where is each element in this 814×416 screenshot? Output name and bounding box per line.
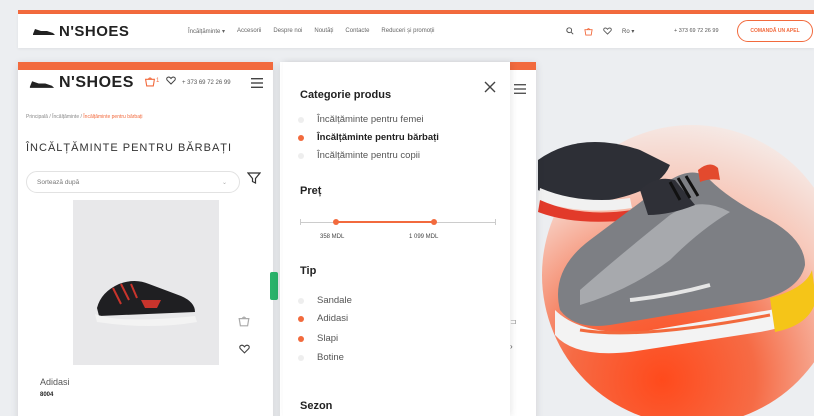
product-image[interactable] [73, 200, 219, 365]
category-option-women[interactable]: Încălțăminte pentru femei [298, 114, 424, 125]
desktop-nav: Încălțăminte ▾ Accesorii Despre noi Nout… [188, 28, 434, 35]
mobile-logo[interactable]: N'SHOES [28, 74, 134, 92]
sort-dropdown[interactable]: Sortează după ⌄ [26, 171, 240, 193]
mobile-accent-bar [18, 62, 273, 70]
radio-dot [298, 134, 304, 141]
category-option-label: Încălțăminte pentru bărbați [317, 132, 439, 143]
mobile-menu-button[interactable] [514, 82, 526, 97]
breadcrumb-current: Încălțăminte pentru bărbați [83, 114, 143, 120]
product-name[interactable]: Adidasi [40, 377, 70, 387]
menu-icon [514, 84, 526, 94]
type-option-slippers[interactable]: Slapi [298, 333, 338, 344]
desktop-header-icons: Ro ▾ [566, 27, 634, 36]
season-heading: Sezon [300, 400, 333, 412]
nav-item-footwear[interactable]: Încălțăminte ▾ [188, 28, 225, 35]
checkbox-dot [298, 315, 304, 322]
heart-icon [239, 344, 250, 354]
type-option-label: Sandale [317, 295, 352, 306]
shoe-logo-icon [29, 80, 55, 88]
category-heading: Categorie produs [300, 89, 392, 101]
call-request-button[interactable]: COMANDĂ UN APEL [737, 20, 813, 42]
type-option-sneakers[interactable]: Adidasi [298, 313, 348, 324]
cart-icon [144, 77, 156, 87]
checkbox-dot [298, 354, 304, 361]
mobile-phone[interactable]: + 373 69 72 26 99 [182, 80, 231, 86]
cart-count-badge: 1 [156, 78, 160, 84]
type-heading: Tip [300, 265, 317, 277]
chevron-down-icon: ⌄ [221, 179, 227, 186]
sort-placeholder: Sortează după [37, 178, 80, 186]
category-option-label: Încălțăminte pentru femei [317, 114, 424, 125]
menu-icon [251, 78, 263, 88]
cart-icon[interactable] [584, 27, 593, 36]
price-max-handle[interactable] [431, 219, 437, 225]
hero-sneaker-image [538, 142, 814, 354]
filter-panel: Categorie produs Încălțăminte pentru fem… [283, 62, 510, 416]
desktop-header: N'SHOES Încălțăminte ▾ Accesorii Despre … [18, 14, 814, 48]
heart-icon [166, 76, 176, 85]
price-heading: Preț [300, 185, 322, 197]
close-filter-button[interactable] [484, 79, 496, 96]
price-min-handle[interactable] [333, 219, 339, 225]
nav-item-accessories[interactable]: Accesorii [237, 28, 261, 35]
nav-item-promotions[interactable]: Reduceri și promoții [381, 28, 434, 35]
sneaker-image [95, 281, 197, 326]
price-slider-fill [336, 221, 434, 223]
mobile-category-page: N'SHOES 1 + 373 69 72 26 99 Principală /… [18, 62, 273, 416]
background-page-icon: ⊐ [510, 317, 517, 326]
checkbox-dot [298, 297, 304, 304]
category-option-kids[interactable]: Încălțăminte pentru copii [298, 150, 420, 161]
product-card[interactable]: Adidasi 8004 [26, 200, 266, 416]
mobile-wishlist-button[interactable] [166, 76, 176, 88]
price-min-label: 358 MDL [320, 234, 345, 240]
mobile-brand-name: N'SHOES [59, 74, 134, 91]
desktop-phone[interactable]: + 373 69 72 26 99 [674, 28, 719, 34]
price-max-label: 1 099 MDL [409, 234, 439, 240]
cart-icon [238, 316, 250, 327]
slider-tick [495, 219, 496, 225]
language-selector[interactable]: Ro ▾ [622, 28, 634, 35]
chevron-right-icon: › [510, 342, 513, 351]
type-option-boots[interactable]: Botine [298, 352, 344, 363]
shoe-logo-icon [33, 29, 55, 35]
type-option-label: Botine [317, 352, 344, 363]
product-code: 8004 [40, 392, 54, 398]
add-to-cart-button[interactable] [238, 315, 250, 330]
desktop-logo[interactable]: N'SHOES [32, 23, 129, 40]
breadcrumb-parent[interactable]: Încălțăminte [52, 114, 79, 120]
slider-tick [300, 219, 301, 225]
heart-icon[interactable] [603, 27, 612, 35]
close-icon [484, 81, 496, 93]
type-option-label: Adidasi [317, 313, 349, 324]
adjacent-product-peek [270, 272, 278, 300]
mobile-menu-button[interactable] [251, 76, 263, 91]
desktop-brand-name: N'SHOES [59, 22, 130, 40]
type-option-label: Slapi [317, 333, 339, 344]
nav-item-news[interactable]: Noutăți [314, 28, 333, 35]
checkbox-dot [298, 335, 304, 342]
radio-dot [298, 116, 304, 123]
mobile-cart-button[interactable]: 1 [144, 76, 159, 90]
add-to-wishlist-button[interactable] [239, 344, 250, 357]
category-option-men[interactable]: Încălțăminte pentru bărbați [298, 132, 439, 143]
page-title: ÎNCĂLȚĂMINTE PENTRU BĂRBAȚI [26, 142, 233, 154]
search-icon[interactable] [566, 27, 574, 35]
type-option-sandals[interactable]: Sandale [298, 295, 352, 306]
category-option-label: Încălțăminte pentru copii [317, 150, 420, 161]
mobile-accent-bar [506, 62, 536, 70]
breadcrumb-home[interactable]: Principală [26, 114, 48, 120]
nav-item-contacts[interactable]: Contacte [345, 28, 369, 35]
breadcrumb: Principală / Încălțăminte / Încălțăminte… [26, 114, 142, 120]
nav-item-about[interactable]: Despre noi [273, 28, 302, 35]
radio-dot [298, 152, 304, 159]
filter-icon[interactable] [247, 171, 261, 185]
